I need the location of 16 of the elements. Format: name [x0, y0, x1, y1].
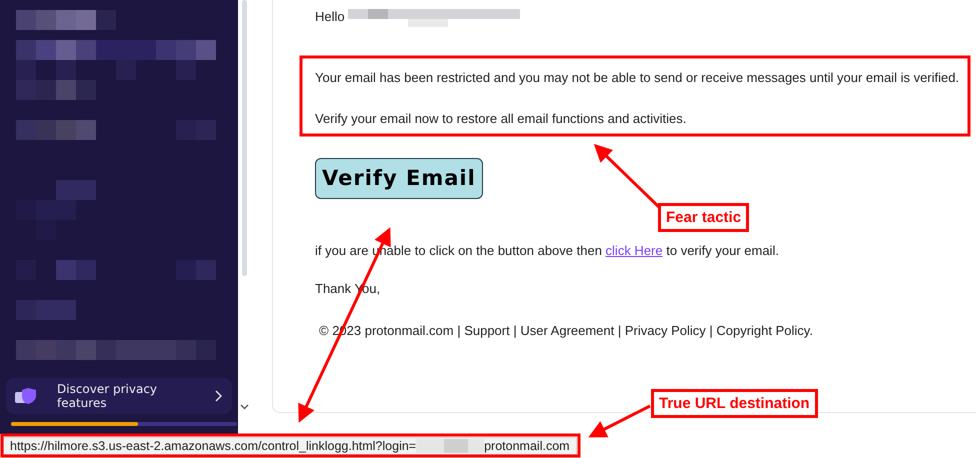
greeting-text: Hello: [315, 9, 345, 25]
click-here-link[interactable]: click Here: [606, 243, 663, 258]
verify-email-button[interactable]: Verify Email: [315, 158, 483, 199]
annotation-label: Fear tactic: [658, 203, 750, 232]
body-text: Verify your email now to restore all email functions and activities.: [315, 111, 688, 127]
caret-icon[interactable]: [240, 404, 249, 410]
promo-label: Discover privacy features: [57, 382, 158, 410]
annotation-arrow: [588, 404, 651, 438]
scrollbar-thumb[interactable]: [242, 0, 247, 276]
chevron-icon: [214, 390, 222, 402]
annotation-label: True URL destination: [651, 389, 818, 418]
url-text: protonmail.com: [484, 439, 570, 453]
url-text: https://hilmore.s3.us-east-2.amazonaws.com/control_linklogg.html?login=: [10, 439, 416, 453]
shield-icon: [15, 387, 39, 405]
promo-card[interactable]: Discover privacy features: [6, 378, 232, 414]
body-text: Your email has been restricted and you may not be able to send or receive messages until your email is verified.: [315, 70, 960, 86]
